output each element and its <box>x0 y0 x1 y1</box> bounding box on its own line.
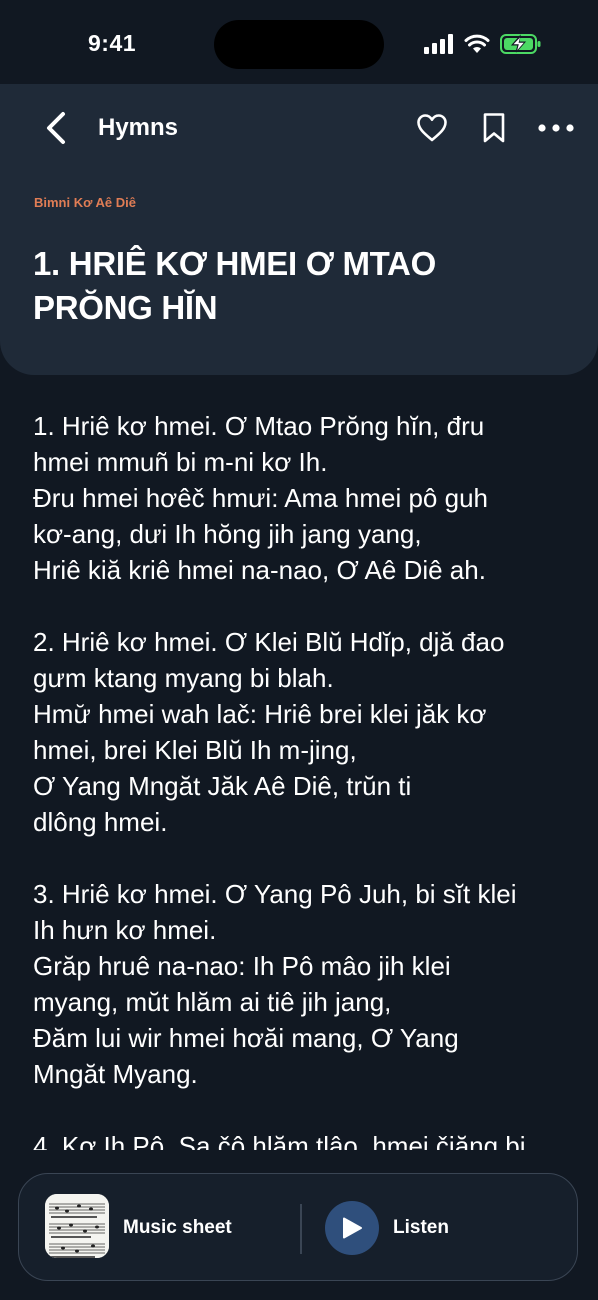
hymn-category: Bimni Kơ Aê Diê <box>34 195 136 210</box>
music-sheet-thumbnail[interactable] <box>45 1194 109 1258</box>
battery-charging-icon <box>500 34 541 54</box>
status-bar: 9:41 <box>0 0 598 84</box>
dynamic-island <box>214 20 384 69</box>
status-time: 9:41 <box>88 30 137 56</box>
listen-label[interactable]: Listen <box>393 1217 449 1239</box>
hymn-title-card: Bimni Kơ Aê Diê 1. HRIÊ KƠ HMEI Ơ MTAO P… <box>0 172 598 375</box>
back-button[interactable] <box>36 108 76 148</box>
play-button[interactable] <box>325 1201 379 1255</box>
verse: 2. Hriê kơ hmei. Ơ Klei Blŭ Hdĭp, djă đa… <box>33 627 505 837</box>
heart-icon <box>417 114 447 142</box>
hymn-detail-screen: 9:41 Hymns Bimni Kơ Aê Diê 1. HRIÊ KƠ HM… <box>0 0 598 1300</box>
verse: 1. Hriê kơ hmei. Ơ Mtao Prŏng hĭn, đru h… <box>33 411 488 585</box>
hymn-lyrics: 1. Hriê kơ hmei. Ơ Mtao Prŏng hĭn, đru h… <box>33 408 578 1168</box>
bookmark-button[interactable] <box>474 108 514 148</box>
more-options-icon <box>538 124 574 132</box>
more-options-button[interactable] <box>536 108 576 148</box>
nav-title: Hymns <box>98 114 179 141</box>
cellular-signal-icon <box>424 34 453 54</box>
music-sheet-icon <box>45 1194 109 1258</box>
status-icons <box>424 33 542 55</box>
hymn-title: 1. HRIÊ KƠ HMEI Ơ MTAO PRŎNG HĬN <box>33 245 436 326</box>
bottom-player: Music sheet Listen <box>18 1173 578 1281</box>
favorite-button[interactable] <box>412 108 452 148</box>
wifi-icon <box>464 34 490 53</box>
play-icon <box>343 1217 362 1239</box>
back-chevron-icon <box>47 112 65 144</box>
bookmark-icon <box>483 113 505 143</box>
music-sheet-label[interactable]: Music sheet <box>123 1217 232 1239</box>
nav-header: Hymns <box>0 84 598 172</box>
player-divider <box>300 1204 302 1254</box>
verse: 3. Hriê kơ hmei. Ơ Yang Pô Juh, bi sĭt k… <box>33 879 517 1089</box>
